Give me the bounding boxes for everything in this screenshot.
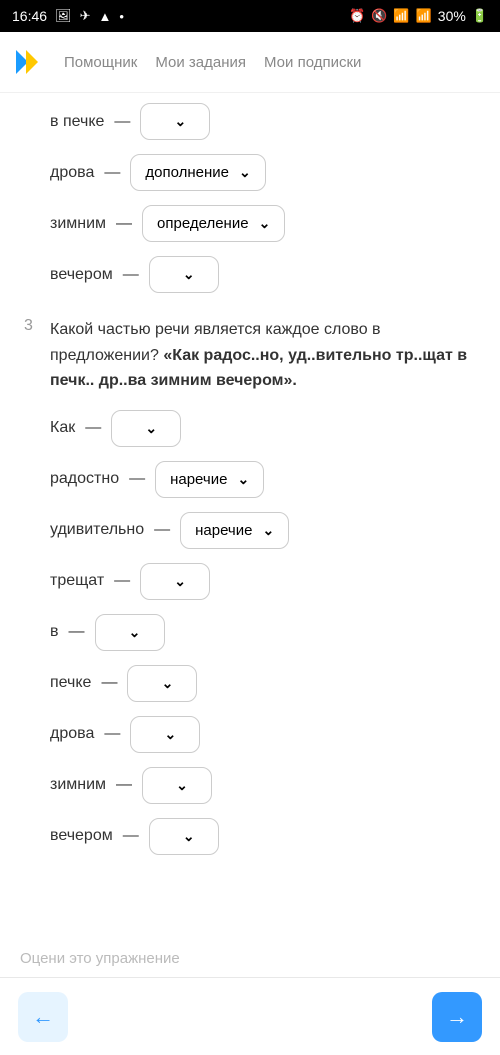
nav-subscriptions[interactable]: Мои подписки xyxy=(264,54,361,71)
battery-percent: 30% xyxy=(438,8,466,24)
chevron-down-icon: ⌄ xyxy=(176,777,188,794)
dropdown-select[interactable]: ⌄ xyxy=(130,716,200,753)
word-label: зимним xyxy=(50,215,106,233)
dropdown-select[interactable]: ⌄ xyxy=(149,818,219,855)
rating-prompt: Оцени это упражнение xyxy=(0,950,180,967)
exercise-row: вечером — ⌄ xyxy=(50,256,480,293)
dropdown-select[interactable]: ⌄ xyxy=(127,665,197,702)
exercise-row: вечером — ⌄ xyxy=(50,818,480,855)
word-label: дрова xyxy=(50,725,94,743)
dash: — xyxy=(104,164,120,182)
chevron-down-icon: ⌄ xyxy=(183,828,195,845)
word-label: трещат xyxy=(50,572,104,590)
arrow-left-icon: ← xyxy=(32,1004,54,1030)
exercise-row: дрова — ⌄ xyxy=(50,716,480,753)
dash: — xyxy=(129,470,145,488)
chevron-down-icon: ⌄ xyxy=(175,113,187,130)
back-button[interactable]: ← xyxy=(18,992,68,1042)
nav-helper[interactable]: Помощник xyxy=(64,54,137,71)
exercise-row: зимним — определение ⌄ xyxy=(50,205,480,242)
exercise-row: дрова — дополнение ⌄ xyxy=(50,154,480,191)
dropdown-select[interactable]: ⌄ xyxy=(142,767,212,804)
dropdown-value: дополнение xyxy=(145,164,229,181)
dash: — xyxy=(101,674,117,692)
battery-icon: 🔋 xyxy=(472,8,488,24)
dropdown-select[interactable]: ⌄ xyxy=(140,563,210,600)
content-area: в печке — ⌄ дрова — дополнение ⌄ зимним … xyxy=(0,93,500,976)
exercise-row: трещат — ⌄ xyxy=(50,563,480,600)
chevron-down-icon: ⌄ xyxy=(129,624,141,641)
dropdown-value: наречие xyxy=(195,522,252,539)
word-label: удивительно xyxy=(50,521,144,539)
word-label: Как xyxy=(50,419,75,437)
exercise-row: зимним — ⌄ xyxy=(50,767,480,804)
exercise-row: печке — ⌄ xyxy=(50,665,480,702)
exercise-row: радостно — наречие ⌄ xyxy=(50,461,480,498)
dash: — xyxy=(114,113,130,131)
app-header: Помощник Мои задания Мои подписки xyxy=(0,32,500,93)
word-label: дрова xyxy=(50,164,94,182)
status-bar: 16:46 🖼 ✈ ▲ • ⏰ 🔇 📶 📶 30% 🔋 xyxy=(0,0,500,32)
signal-icon: 📶 xyxy=(416,8,432,24)
dash: — xyxy=(116,776,132,794)
dash: — xyxy=(123,827,139,845)
forward-button[interactable]: → xyxy=(432,992,482,1042)
nav-tasks[interactable]: Мои задания xyxy=(155,54,246,71)
chevron-down-icon: ⌄ xyxy=(162,675,174,692)
dropdown-value: определение xyxy=(157,215,249,232)
word-label: в xyxy=(50,623,59,641)
exercise-row: в печке — ⌄ xyxy=(50,103,480,140)
dropdown-select[interactable]: ⌄ xyxy=(111,410,181,447)
question-number: 3 xyxy=(24,317,33,335)
dropdown-select[interactable]: ⌄ xyxy=(140,103,210,140)
status-time: 16:46 xyxy=(12,8,47,24)
dropdown-select[interactable]: дополнение ⌄ xyxy=(130,154,265,191)
chevron-down-icon: ⌄ xyxy=(145,420,157,437)
word-label: зимним xyxy=(50,776,106,794)
chevron-down-icon: ⌄ xyxy=(164,726,176,743)
chevron-down-icon: ⌄ xyxy=(259,215,271,232)
dropdown-select[interactable]: определение ⌄ xyxy=(142,205,285,242)
dash: — xyxy=(114,572,130,590)
word-label: в печке xyxy=(50,113,104,131)
question-text: Какой частью речи является каждое слово … xyxy=(50,317,480,394)
dash: — xyxy=(116,215,132,233)
chevron-down-icon: ⌄ xyxy=(262,522,274,539)
chevron-down-icon: ⌄ xyxy=(174,573,186,590)
exercise-row: удивительно — наречие ⌄ xyxy=(50,512,480,549)
word-label: вечером xyxy=(50,827,113,845)
dash: — xyxy=(69,623,85,641)
chevron-down-icon: ⌄ xyxy=(237,471,249,488)
chevron-down-icon: ⌄ xyxy=(183,266,195,283)
telegram-icon: ✈ xyxy=(80,8,91,24)
image-icon: 🖼 xyxy=(55,8,72,24)
chevron-down-icon: ⌄ xyxy=(239,164,251,181)
mute-icon: 🔇 xyxy=(371,8,387,24)
dropdown-select[interactable]: ⌄ xyxy=(95,614,165,651)
more-icon: • xyxy=(119,9,124,24)
alarm-icon: ⏰ xyxy=(349,8,365,24)
dropdown-select[interactable]: наречие ⌄ xyxy=(155,461,264,498)
arrow-right-icon: → xyxy=(446,1004,468,1030)
dash: — xyxy=(85,419,101,437)
dropdown-value: наречие xyxy=(170,471,227,488)
word-label: печке xyxy=(50,674,91,692)
word-label: радостно xyxy=(50,470,119,488)
bottom-nav: ← → xyxy=(0,977,500,1055)
exercise-row: Как — ⌄ xyxy=(50,410,480,447)
dash: — xyxy=(154,521,170,539)
dropdown-select[interactable]: ⌄ xyxy=(149,256,219,293)
warning-icon: ▲ xyxy=(98,9,111,24)
dropdown-select[interactable]: наречие ⌄ xyxy=(180,512,289,549)
word-label: вечером xyxy=(50,266,113,284)
question-block: 3 Какой частью речи является каждое слов… xyxy=(50,317,480,394)
dash: — xyxy=(123,266,139,284)
exercise-row: в — ⌄ xyxy=(50,614,480,651)
dash: — xyxy=(104,725,120,743)
wifi-icon: 📶 xyxy=(393,8,409,24)
app-logo[interactable] xyxy=(14,48,46,76)
